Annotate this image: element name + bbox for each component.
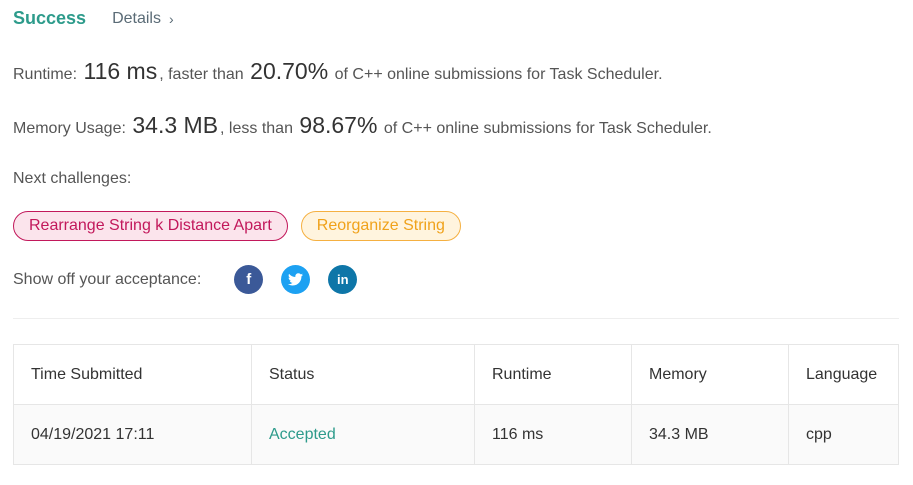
twitter-icon[interactable]	[281, 265, 311, 294]
cell-runtime: 116 ms	[474, 404, 632, 465]
challenge-chip-rearrange-string[interactable]: Rearrange String k Distance Apart	[13, 211, 288, 241]
submissions-table: Time Submitted Status Runtime Memory Lan…	[13, 344, 899, 465]
result-header: Success Details ›	[13, 8, 174, 29]
memory-tail: of C++ online submissions for Task Sched…	[383, 120, 712, 137]
table-row: 04/19/2021 17:11 Accepted 116 ms 34.3 MB…	[13, 404, 899, 465]
divider	[13, 318, 899, 319]
cell-status-accepted[interactable]: Accepted	[251, 404, 475, 465]
next-challenges-label: Next challenges:	[13, 170, 132, 187]
twitter-bird-icon	[288, 273, 304, 286]
cell-memory: 34.3 MB	[631, 404, 789, 465]
runtime-percent: 20.70%	[250, 58, 329, 84]
next-challenges-list: Rearrange String k Distance Apart Reorga…	[13, 211, 461, 241]
runtime-label: Runtime:	[13, 66, 78, 83]
col-memory: Memory	[631, 344, 789, 405]
memory-percent: 98.67%	[299, 112, 378, 138]
runtime-summary: Runtime: 116 ms, faster than 20.70% of C…	[13, 58, 663, 85]
share-row: Show off your acceptance: f in	[13, 265, 358, 294]
details-link[interactable]: Details ›	[112, 10, 174, 28]
cell-time-submitted: 04/19/2021 17:11	[13, 404, 252, 465]
memory-summary: Memory Usage: 34.3 MB, less than 98.67% …	[13, 112, 712, 139]
runtime-value: 116 ms	[83, 58, 158, 84]
runtime-mid: , faster than	[159, 66, 244, 83]
col-time-submitted: Time Submitted	[13, 344, 252, 405]
memory-label: Memory Usage:	[13, 120, 126, 137]
col-status: Status	[251, 344, 475, 405]
details-label: Details	[112, 9, 161, 27]
table-header-row: Time Submitted Status Runtime Memory Lan…	[13, 344, 899, 405]
challenge-chip-reorganize-string[interactable]: Reorganize String	[300, 211, 461, 241]
memory-mid: , less than	[220, 120, 293, 137]
cell-language: cpp	[788, 404, 899, 465]
status-success: Success	[13, 8, 87, 28]
share-label: Show off your acceptance:	[13, 270, 202, 288]
col-language: Language	[788, 344, 899, 405]
facebook-icon[interactable]: f	[234, 265, 264, 294]
runtime-tail: of C++ online submissions for Task Sched…	[334, 66, 663, 83]
chevron-right-icon: ›	[168, 10, 174, 27]
linkedin-icon[interactable]: in	[328, 265, 358, 294]
memory-value: 34.3 MB	[132, 112, 219, 138]
col-runtime: Runtime	[474, 344, 632, 405]
